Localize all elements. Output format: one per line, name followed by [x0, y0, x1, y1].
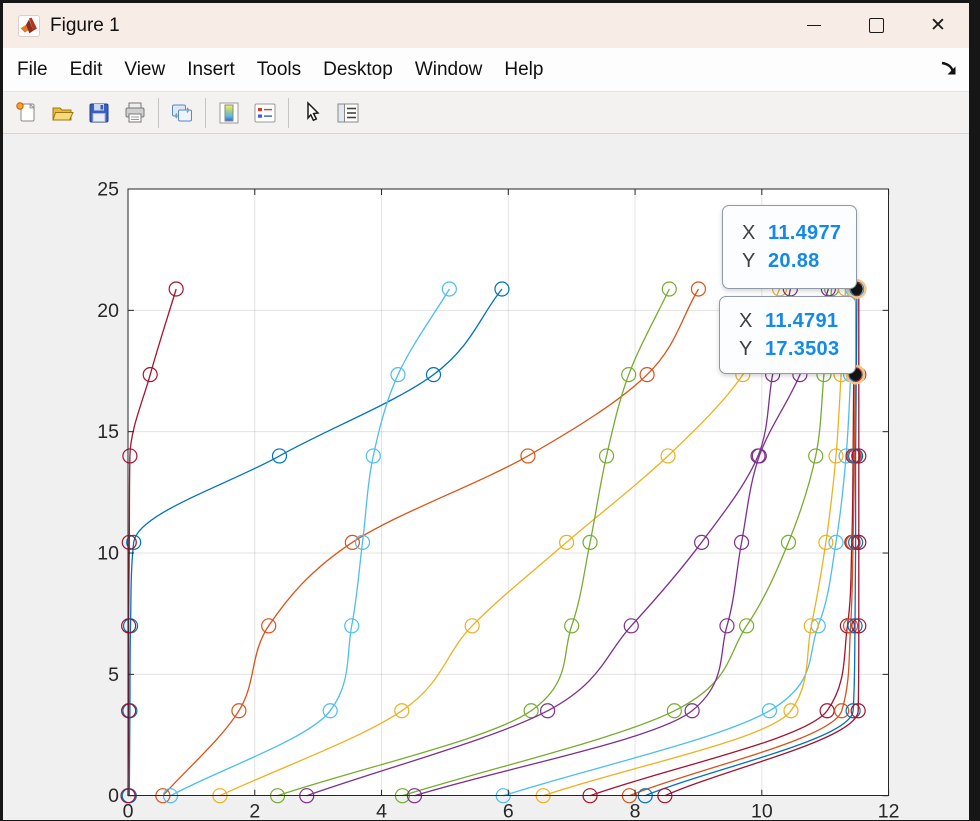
x-tick-label: 2 [249, 801, 260, 821]
insert-legend-icon [252, 100, 278, 126]
menu-item-help[interactable]: Help [493, 49, 554, 91]
menubar: FileEditViewInsertToolsDesktopWindowHelp [3, 48, 969, 92]
datatip-row: X11.4977 [742, 222, 856, 245]
maximize-button[interactable] [845, 3, 907, 48]
datatip-coord-label: X [739, 310, 765, 333]
datatip-coord-label: X [742, 222, 768, 245]
datatip-1[interactable]: X11.4977Y20.88 [722, 205, 857, 289]
property-editor-button[interactable] [330, 97, 366, 129]
close-button[interactable]: ✕ [907, 3, 969, 48]
datatip-2[interactable]: X11.4791Y17.3503 [719, 296, 856, 374]
print-figure-button[interactable] [117, 97, 153, 129]
open-file-icon [50, 100, 76, 126]
edit-plot-button[interactable] [294, 97, 330, 129]
y-tick-label: 20 [97, 300, 119, 322]
menu-item-tools[interactable]: Tools [246, 49, 312, 91]
datatip-row: Y17.3503 [739, 338, 855, 361]
insert-colorbar-icon [216, 100, 242, 126]
y-tick-label: 15 [97, 421, 119, 443]
window-title: Figure 1 [50, 15, 120, 37]
datatip-coord-value: 11.4791 [765, 310, 838, 333]
y-tick-label: 25 [97, 179, 119, 201]
link-plot-icon [169, 100, 195, 126]
toolbar-separator [205, 98, 206, 128]
menu-item-insert[interactable]: Insert [176, 49, 246, 91]
window-controls: ✕ [783, 3, 969, 48]
datatip-coord-value: 20.88 [768, 250, 820, 273]
minimize-button[interactable] [783, 3, 845, 48]
datatip-coord-value: 11.4977 [768, 222, 841, 245]
menu-item-desktop[interactable]: Desktop [312, 49, 404, 91]
open-file-button[interactable] [45, 97, 81, 129]
menu-item-view[interactable]: View [113, 49, 176, 91]
new-figure-button[interactable] [9, 97, 45, 129]
datatip-coord-label: Y [739, 338, 765, 361]
matlab-logo-icon [18, 15, 40, 37]
y-tick-label: 10 [97, 543, 119, 565]
y-tick-label: 0 [108, 785, 119, 807]
figure-toolbar [3, 92, 969, 134]
menu-item-edit[interactable]: Edit [59, 49, 114, 91]
insert-legend-button[interactable] [247, 97, 283, 129]
datatip-coord-label: Y [742, 250, 768, 273]
toolbar-separator [288, 98, 289, 128]
property-editor-icon [335, 100, 361, 126]
figure-content: 0246810120510152025 X11.4977Y20.88X11.47… [3, 134, 969, 820]
print-figure-icon [122, 100, 148, 126]
datatip-coord-value: 17.3503 [765, 338, 839, 361]
figure-window: Figure 1 ✕ FileEditViewInsertToolsDeskto… [3, 3, 969, 820]
save-figure-icon [86, 100, 112, 126]
menu-item-window[interactable]: Window [404, 49, 494, 91]
x-tick-label: 4 [376, 801, 387, 821]
datatip-row: X11.4791 [739, 310, 855, 333]
x-tick-label: 12 [878, 801, 900, 821]
datatip-row: Y20.88 [742, 250, 856, 273]
y-tick-label: 5 [108, 664, 119, 686]
x-tick-label: 0 [123, 801, 134, 821]
toolbar-separator [158, 98, 159, 128]
new-figure-icon [14, 100, 40, 126]
insert-colorbar-button[interactable] [211, 97, 247, 129]
x-tick-label: 6 [503, 801, 514, 821]
link-plot-button[interactable] [164, 97, 200, 129]
x-tick-label: 10 [751, 801, 773, 821]
save-figure-button[interactable] [81, 97, 117, 129]
titlebar[interactable]: Figure 1 ✕ [3, 3, 969, 48]
menu-item-file[interactable]: File [3, 49, 59, 91]
edit-plot-icon [299, 100, 325, 126]
dock-figure-arrow-icon[interactable] [939, 60, 959, 80]
x-tick-label: 8 [630, 801, 641, 821]
